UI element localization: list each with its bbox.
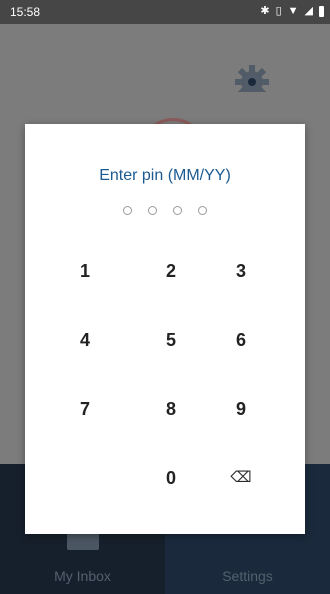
wifi-icon: ▼ (287, 5, 299, 17)
vibrate-icon: ▯ (275, 5, 282, 17)
pin-indicator (25, 206, 305, 215)
pin-dot (123, 206, 132, 215)
pin-dot (173, 206, 182, 215)
key-8[interactable]: 8 (151, 394, 191, 424)
status-time: 15:58 (10, 5, 41, 19)
pin-dot (198, 206, 207, 215)
key-9[interactable]: 9 (221, 394, 261, 424)
key-4[interactable]: 4 (65, 325, 105, 355)
pin-dialog: Enter pin (MM/YY) 1 2 3 4 5 6 7 8 9 0 ⌫ (25, 124, 305, 534)
backspace-key[interactable]: ⌫ (221, 463, 261, 493)
key-1[interactable]: 1 (65, 256, 105, 286)
status-icons: ✱ ▯ ▼ ◢ (260, 4, 324, 18)
battery-icon (319, 5, 324, 17)
backspace-icon: ⌫ (230, 469, 252, 486)
tab-label: Settings (222, 568, 273, 584)
key-2[interactable]: 2 (151, 256, 191, 286)
pin-dot (148, 206, 157, 215)
key-5[interactable]: 5 (151, 325, 191, 355)
status-bar: 15:58 ✱ ▯ ▼ ◢ (0, 0, 330, 24)
key-3[interactable]: 3 (221, 256, 261, 286)
dialog-title: Enter pin (MM/YY) (99, 167, 231, 184)
app-screen: 15:58 ✱ ▯ ▼ ◢ My Inbox Settings Enter pi… (0, 0, 330, 594)
signal-icon: ◢ (304, 5, 313, 17)
key-6[interactable]: 6 (221, 325, 261, 355)
bluetooth-icon: ✱ (260, 5, 270, 17)
key-0[interactable]: 0 (151, 463, 191, 493)
tab-label: My Inbox (54, 568, 111, 584)
gear-icon (232, 62, 272, 92)
key-7[interactable]: 7 (65, 394, 105, 424)
